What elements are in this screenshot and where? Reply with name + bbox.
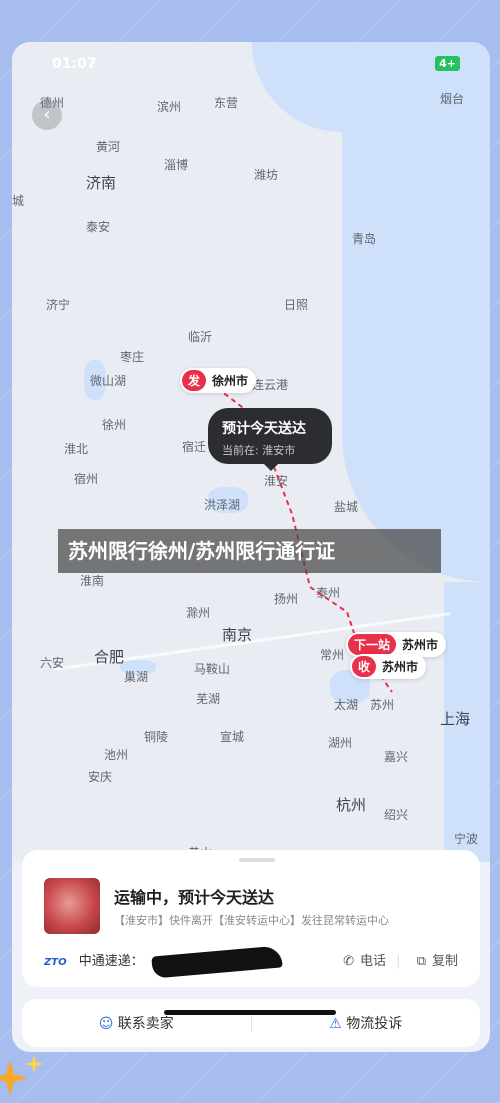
carrier-row: ZTO 中通速递： ✆ 电话 | ⧉ 复制	[44, 944, 458, 979]
map-view[interactable]: 德州 滨州 东营 烟台 黄河 淄博 济南 潍坊城泰安 青岛 济宁 日照 临沂 枣庄 微山湖 连云港 徐州 淮北宿…	[12, 42, 490, 862]
carrier-label: 中通速递：	[78, 954, 144, 969]
bottom-action-bar: ☺ 联系卖家 ⚠ 物流投诉	[22, 999, 480, 1047]
copy-button[interactable]: 复制	[432, 954, 458, 969]
contact-seller-button[interactable]: ☺ 联系卖家	[22, 1013, 251, 1033]
destination-city: 苏州市	[382, 660, 419, 674]
chevron-left-icon: ‹	[43, 104, 51, 125]
complaint-button[interactable]: ⚠ 物流投诉	[252, 1013, 481, 1033]
warning-icon: ⚠	[329, 1016, 342, 1032]
bubble-title: 预计今天送达	[222, 421, 306, 437]
phone-icon: ✆	[343, 954, 354, 969]
carrier-actions: ✆ 电话 | ⧉ 复制	[337, 950, 458, 969]
drag-handle[interactable]	[239, 858, 275, 862]
destination-pin[interactable]: 收 苏州市	[350, 654, 427, 679]
status-bar: 01:07 4+	[52, 56, 470, 76]
status-time: 01:07	[52, 56, 97, 72]
next-station-tag: 下一站	[348, 634, 397, 655]
chat-icon: ☺	[98, 1016, 114, 1032]
origin-pin[interactable]: 发 徐州市	[180, 368, 257, 393]
complaint-label: 物流投诉	[346, 1016, 403, 1032]
bubble-subtitle: 当前在: 淮安市	[222, 444, 296, 457]
delivery-bubble: 预计今天送达 当前在: 淮安市	[208, 408, 332, 471]
sparkle-sticker-icon	[0, 1054, 44, 1096]
zto-logo-icon: ZTO	[44, 957, 67, 968]
actions-divider: |	[396, 954, 401, 969]
origin-tag: 发	[182, 370, 207, 391]
product-thumbnail[interactable]	[44, 878, 100, 934]
home-indicator[interactable]	[164, 1010, 336, 1015]
back-button[interactable]: ‹	[32, 100, 62, 130]
tracking-status-title: 运输中，预计今天送达	[114, 888, 275, 907]
destination-tag: 收	[352, 656, 377, 677]
overlay-banner: 苏州限行徐州/苏州限行通行证	[58, 529, 441, 573]
tracking-card[interactable]: 运输中，预计今天送达 【淮安市】快件离开【淮安转运中心】发往昆常转运中心 ZTO…	[22, 850, 480, 987]
origin-city: 徐州市	[212, 374, 249, 388]
redacted-tracking-number	[151, 944, 283, 979]
phone-button[interactable]: 电话	[360, 954, 386, 969]
tracking-status-description: 【淮安市】快件离开【淮安转运中心】发往昆常转运中心	[114, 914, 389, 927]
copy-icon: ⧉	[416, 954, 426, 969]
next-station-city: 苏州市	[402, 638, 439, 652]
contact-seller-label: 联系卖家	[117, 1016, 174, 1032]
battery-icon: 4+	[435, 56, 460, 71]
